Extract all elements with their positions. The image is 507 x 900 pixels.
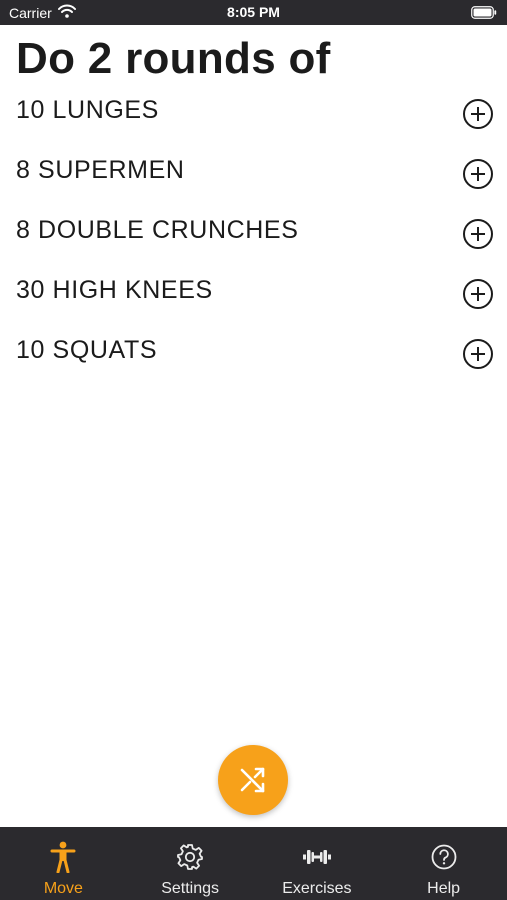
exercise-row: 10 SQUATS (0, 324, 507, 384)
add-exercise-button[interactable] (462, 218, 494, 250)
status-time: 8:05 PM (227, 4, 280, 20)
exercise-label: 30 HIGH KNEES (16, 276, 213, 304)
question-circle-icon (430, 842, 458, 872)
exercise-row: 10 LUNGES (0, 84, 507, 144)
gear-icon (176, 842, 204, 872)
shuffle-icon (240, 767, 265, 793)
battery-icon (471, 6, 497, 19)
tab-label: Settings (161, 880, 220, 897)
add-exercise-button[interactable] (462, 158, 494, 190)
plus-circle-icon (463, 339, 493, 369)
tab-label: Move (43, 880, 83, 897)
tab-bar: Move Settings Exercises Help (0, 827, 507, 900)
add-exercise-button[interactable] (462, 278, 494, 310)
shuffle-button[interactable] (218, 745, 288, 815)
tab-settings[interactable]: Settings (127, 827, 254, 900)
add-exercise-button[interactable] (462, 98, 494, 130)
exercise-row: 30 HIGH KNEES (0, 264, 507, 324)
tab-exercises[interactable]: Exercises (254, 827, 381, 900)
exercise-label: 8 DOUBLE CRUNCHES (16, 216, 299, 244)
exercise-label: 10 SQUATS (16, 336, 158, 364)
plus-circle-icon (463, 159, 493, 189)
exercise-row: 8 SUPERMEN (0, 144, 507, 204)
page-title: Do 2 rounds of (16, 34, 331, 83)
exercise-list: 10 LUNGES 8 SUPERMEN 8 DOUBLE CRUNCHES 3… (0, 84, 507, 384)
exercise-label: 10 LUNGES (16, 96, 159, 124)
tab-move[interactable]: Move (0, 827, 127, 900)
add-exercise-button[interactable] (462, 338, 494, 370)
plus-circle-icon (463, 279, 493, 309)
status-bar: Carrier 8:05 PM (0, 0, 507, 25)
tab-label: Help (427, 880, 461, 897)
plus-circle-icon (463, 219, 493, 249)
person-icon (50, 841, 76, 873)
dumbbell-icon (302, 842, 332, 872)
tab-label: Exercises (282, 880, 352, 897)
exercise-label: 8 SUPERMEN (16, 156, 185, 184)
exercise-row: 8 DOUBLE CRUNCHES (0, 204, 507, 264)
plus-circle-icon (463, 99, 493, 129)
tab-help[interactable]: Help (380, 827, 507, 900)
